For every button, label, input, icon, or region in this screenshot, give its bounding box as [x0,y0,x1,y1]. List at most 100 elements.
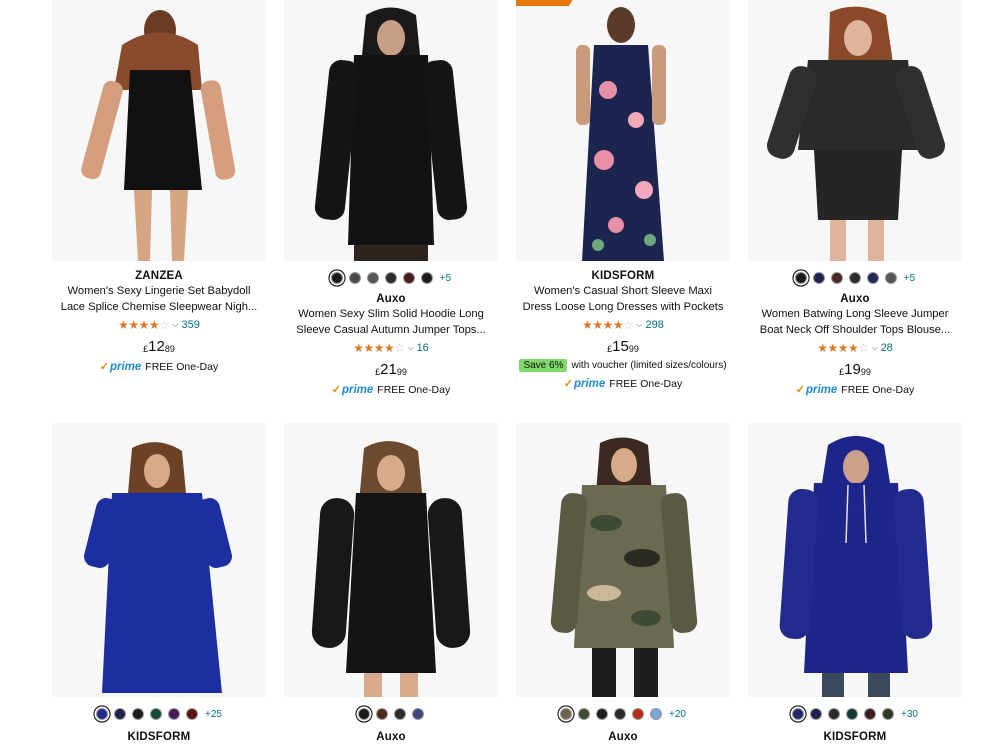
price-fraction: 99 [628,344,639,354]
rating-count[interactable]: 16 [417,342,429,354]
price-whole: 12 [148,338,165,355]
product-card[interactable]: ZANZEA Women's Sexy Lingerie Set Babydol… [52,0,266,373]
color-swatch[interactable] [650,708,663,720]
product-card[interactable]: +20 Auxo [516,423,730,743]
color-swatch[interactable] [394,708,406,720]
color-swatch[interactable] [882,708,895,720]
color-swatch[interactable] [560,708,573,720]
product-price: £1999 [748,361,962,379]
color-swatch[interactable] [614,708,627,720]
product-title[interactable]: Women Batwing Long Sleeve Jumper Boat Ne… [748,307,962,338]
prime-delivery: ✓ prime FREE One-Day [748,383,962,397]
color-swatch[interactable] [358,708,370,720]
more-colors-link[interactable]: +25 [205,709,222,720]
more-colors-link[interactable]: +20 [669,709,686,720]
rating-row[interactable]: ★★★★☆ ⌵ 359 [52,318,266,332]
color-swatch[interactable] [884,272,897,284]
product-brand: Auxo [840,293,870,305]
prime-logo: prime [805,383,838,396]
product-price: £2199 [284,361,498,379]
product-title[interactable]: Women's Sexy Lingerie Set Babydoll Lace … [52,284,266,315]
product-title[interactable]: Women's Casual Short Sleeve Maxi Dress L… [516,284,730,315]
color-swatch[interactable] [150,708,163,720]
star-rating-icon: ★★★★☆ [353,341,405,355]
product-card[interactable]: +30 KIDSFORM [748,423,962,743]
color-swatch[interactable] [348,272,361,284]
prime-logo: prime [573,377,606,390]
product-price: £1289 [52,338,266,356]
color-swatch[interactable] [794,272,807,284]
color-swatch[interactable] [366,272,379,284]
product-card[interactable]: KIDSFORM Women's Casual Short Sleeve Max… [516,0,730,390]
color-swatches: +5 [748,270,962,286]
color-swatch[interactable] [810,708,823,720]
price-whole: 19 [844,361,861,378]
prime-delivery: ✓ prime FREE One-Day [516,377,730,391]
currency-symbol: £ [375,367,381,377]
product-image[interactable] [516,0,730,261]
color-swatch[interactable] [846,708,859,720]
voucher-text: with voucher (limited sizes/colours) [571,360,727,371]
product-image[interactable] [52,423,266,697]
prime-check-icon: ✓ [563,378,573,390]
prime-check-icon: ✓ [795,384,805,396]
more-colors-link[interactable]: +5 [440,273,451,284]
chevron-down-icon[interactable]: ⌵ [636,320,642,330]
prime-delivery: ✓ prime FREE One-Day [284,383,498,397]
prime-check-icon: ✓ [331,384,341,396]
rating-count[interactable]: 28 [881,342,893,354]
delivery-text: FREE One-Day [145,360,219,373]
rating-row[interactable]: ★★★★☆ ⌵ 28 [748,341,962,355]
color-swatch[interactable] [132,708,145,720]
product-image[interactable] [284,423,498,697]
color-swatch[interactable] [376,708,388,720]
color-swatch[interactable] [848,272,861,284]
color-swatch[interactable] [828,708,841,720]
color-swatch[interactable] [420,272,433,284]
product-image[interactable] [52,0,266,261]
color-swatch[interactable] [632,708,645,720]
color-swatch[interactable] [402,272,415,284]
chevron-down-icon[interactable]: ⌵ [172,320,178,330]
color-swatch[interactable] [330,272,343,284]
color-swatch[interactable] [830,272,843,284]
rating-row[interactable]: ★★★★☆ ⌵ 16 [284,341,498,355]
product-brand: Auxo [608,731,638,743]
color-swatch[interactable] [578,708,591,720]
color-swatch[interactable] [866,272,879,284]
product-image[interactable] [748,423,962,697]
color-swatch[interactable] [596,708,609,720]
color-swatch[interactable] [812,272,825,284]
more-colors-link[interactable]: +5 [904,273,915,284]
color-swatch[interactable] [168,708,181,720]
prime-delivery: ✓ prime FREE One-Day [52,360,266,374]
prime-logo: prime [341,383,374,396]
delivery-text: FREE One-Day [609,377,683,390]
rating-row[interactable]: ★★★★☆ ⌵ 298 [516,318,730,332]
more-colors-link[interactable]: +30 [901,709,918,720]
color-swatch[interactable] [384,272,397,284]
color-swatch[interactable] [114,708,127,720]
product-image[interactable] [516,423,730,697]
product-image[interactable] [284,0,498,261]
color-swatch[interactable] [186,708,199,720]
color-swatch[interactable] [864,708,877,720]
rating-count[interactable]: 359 [182,319,200,331]
chevron-down-icon[interactable]: ⌵ [407,343,413,353]
color-swatch[interactable] [96,708,109,720]
price-fraction: 99 [860,367,871,377]
product-title[interactable]: Women Sexy Slim Solid Hoodie Long Sleeve… [284,307,498,338]
product-card[interactable]: Auxo [284,423,498,743]
product-brand: KIDSFORM [591,270,655,282]
voucher-row[interactable]: Save 6% with voucher (limited sizes/colou… [516,359,730,373]
product-card[interactable]: +25 KIDSFORM [52,423,266,743]
color-swatch[interactable] [412,708,424,720]
color-swatch[interactable] [792,708,805,720]
price-whole: 15 [612,338,629,355]
prime-check-icon: ✓ [99,361,109,373]
chevron-down-icon[interactable]: ⌵ [871,343,877,353]
product-image[interactable] [748,0,962,261]
product-card[interactable]: +5 Auxo Women Batwing Long Sleeve Jumper… [748,0,962,396]
product-card[interactable]: +5 Auxo Women Sexy Slim Solid Hoodie Lon… [284,0,498,396]
rating-count[interactable]: 298 [646,319,664,331]
